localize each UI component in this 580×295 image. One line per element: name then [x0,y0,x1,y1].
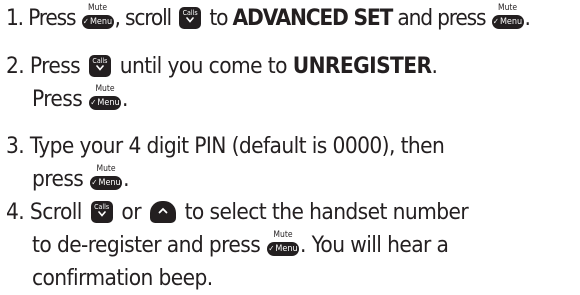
mute-menu-key-icon: Mute ✓Menu [89,84,122,110]
step-1: 1. Press Mute ✓Menu, scroll Calls to ADVA… [6,2,531,35]
step-text: . [431,53,438,79]
chevron-down-icon [96,65,104,71]
up-key-icon [149,201,176,223]
chevron-up-icon [158,207,168,214]
step-line: press Mute ✓Menu. [6,163,444,196]
mute-label: Mute [87,3,108,13]
step-text: until you come to [113,53,293,79]
mute-label: Mute [96,164,116,174]
step-text: Type your 4 digit PIN (default is 0000),… [24,133,445,159]
step-text: press [32,166,90,192]
step-text: . [122,86,128,112]
step-text: Press [32,86,89,112]
check-icon: ✓ [492,17,499,26]
mute-label: Mute [497,3,518,13]
menu-pill: ✓Menu [89,96,122,110]
menu-label: Menu [89,17,113,27]
step-text: , scroll [114,5,177,31]
menu-pill: ✓Menu [90,176,123,190]
check-icon: ✓ [91,178,98,187]
step-number: 1. [6,5,24,31]
step-text: to [204,5,233,31]
chevron-down-icon [186,17,194,23]
step-text: to select the handset number [178,199,469,225]
step-text: Scroll [24,199,88,225]
step-line: 3. Type your 4 digit PIN (default is 000… [6,130,445,163]
chevron-down-icon [97,211,106,217]
step-text: . You will hear a [299,232,449,258]
step-text: to de-register and press [32,232,266,258]
step-text: and press [392,5,491,31]
step-4: 4. Scroll Calls or to select the handset… [6,196,469,295]
check-icon: ✓ [268,244,275,253]
calls-label: Calls [182,9,198,17]
calls-down-key-icon: Calls [179,7,202,29]
step-text: . [524,5,531,31]
menu-pill: ✓Menu [491,15,524,29]
calls-label: Calls [94,203,110,211]
menu-option-name: ADVANCED SET [232,5,394,31]
menu-label: Menu [97,98,120,108]
mute-menu-key-icon: Mute ✓Menu [81,3,114,29]
mute-menu-key-icon: Mute ✓Menu [266,230,299,256]
menu-pill: ✓Menu [81,15,114,29]
check-icon: ✓ [82,17,89,26]
step-2: 2. Press Calls until you come to UNREGIS… [6,50,438,116]
step-line: confirmation beep. [6,262,468,295]
step-text: . [123,166,129,192]
menu-option-name: UNREGISTER [292,53,432,79]
step-text: confirmation beep. [32,265,213,291]
step-line: 4. Scroll Calls or to select the handset… [6,196,469,229]
mute-label: Mute [95,84,115,94]
step-line: 2. Press Calls until you come to UNREGIS… [6,50,438,83]
step-text: or [115,199,147,225]
step-number: 4. [6,199,25,225]
calls-down-key-icon: Calls [88,55,111,77]
step-text: Press [24,53,86,79]
menu-label: Menu [499,17,523,27]
mute-menu-key-icon: Mute ✓Menu [491,3,524,29]
mute-label: Mute [273,230,293,240]
step-text: Press [22,5,81,31]
check-icon: ✓ [90,98,97,107]
menu-label: Menu [275,244,298,254]
calls-down-key-icon: Calls [90,201,113,223]
mute-menu-key-icon: Mute ✓Menu [90,164,123,190]
step-number: 3. [6,133,25,159]
calls-label: Calls [92,57,108,65]
menu-pill: ✓Menu [266,242,299,256]
step-3: 3. Type your 4 digit PIN (default is 000… [6,130,445,196]
step-line: to de-register and press Mute ✓Menu. You … [6,229,468,262]
step-line: Press Mute ✓Menu. [6,83,437,116]
menu-label: Menu [98,178,121,188]
step-number: 2. [6,53,25,79]
